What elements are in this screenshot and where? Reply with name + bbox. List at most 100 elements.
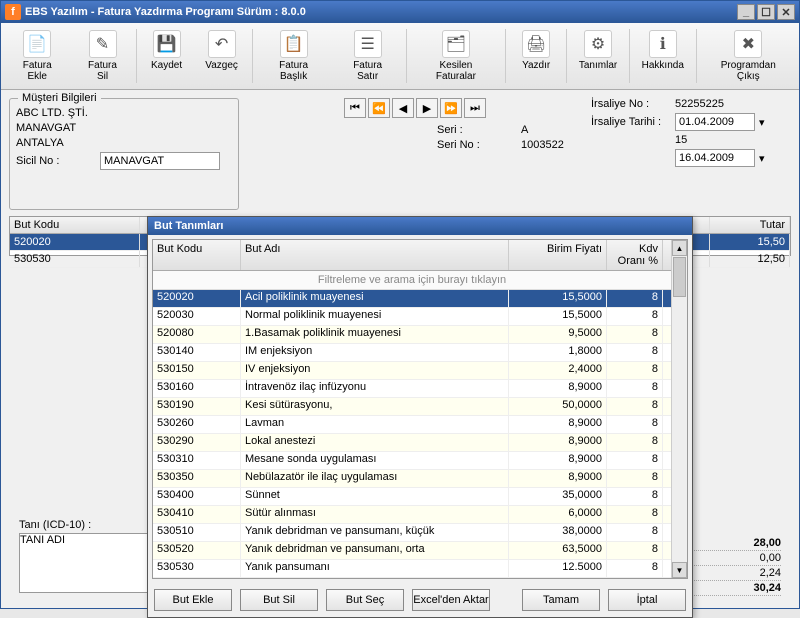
toolbar-icon: ⚙ xyxy=(584,30,612,58)
toolbar-label: Programdan Çıkış xyxy=(709,60,788,82)
toolbar-programdan-çıkış[interactable]: ✖Programdan Çıkış xyxy=(700,25,797,87)
but-row[interactable]: 530400Sünnet35,00008 xyxy=(153,488,671,506)
toolbar-label: Hakkında xyxy=(642,60,684,71)
toolbar-label: Fatura Başlık xyxy=(265,60,323,82)
but-grid[interactable]: But Kodu But Adı Birim Fiyatı Kdv Oranı … xyxy=(152,239,688,579)
col-code[interactable]: But Kodu xyxy=(153,240,241,270)
dropdown-icon[interactable]: ▾ xyxy=(759,116,765,129)
toolbar-fatura-ekle[interactable]: 📄Fatura Ekle xyxy=(3,25,71,87)
toolbar-icon: ℹ xyxy=(649,30,677,58)
but-ekle-button[interactable]: But Ekle xyxy=(154,589,232,611)
customer-group-title: Müşteri Bilgileri xyxy=(18,92,101,104)
other-date-input[interactable] xyxy=(675,149,755,167)
maximize-button[interactable]: ☐ xyxy=(757,4,775,20)
customer-group: Müşteri Bilgileri ABC LTD. ŞTİ. MANAVGAT… xyxy=(9,98,239,210)
close-button[interactable]: ✕ xyxy=(777,4,795,20)
but-row[interactable]: 530140IM enjeksiyon1,80008 xyxy=(153,344,671,362)
sicil-input[interactable] xyxy=(100,152,220,170)
toolbar-yazdır[interactable]: 🖨 Yazdır xyxy=(509,25,563,87)
toolbar-kaydet[interactable]: 💾 Kaydet xyxy=(140,25,194,87)
but-row[interactable]: 530350Nebülazatör ile ilaç uygulaması8,9… xyxy=(153,470,671,488)
irsaliye-tarihi-label: İrsaliye Tarihi : xyxy=(591,116,671,128)
col-name[interactable]: But Adı xyxy=(241,240,509,270)
but-row[interactable]: 530290Lokal anestezi8,90008 xyxy=(153,434,671,452)
content-area: Müşteri Bilgileri ABC LTD. ŞTİ. MANAVGAT… xyxy=(1,90,799,608)
but-sec-button[interactable]: But Seç xyxy=(326,589,404,611)
nav-prev[interactable]: ◀ xyxy=(392,98,414,118)
toolbar-label: Fatura Ekle xyxy=(12,60,62,82)
toolbar-icon: ↶ xyxy=(208,30,236,58)
but-row[interactable]: 520020Acil poliklinik muayenesi15,50008 xyxy=(153,290,671,308)
other-num: 15 xyxy=(675,134,687,146)
toolbar-label: Vazgeç xyxy=(205,60,238,71)
but-row[interactable]: 530530Yanık pansumanı12.50008 xyxy=(153,560,671,578)
toolbar-hakkında[interactable]: ℹ Hakkında xyxy=(633,25,693,87)
irsaliye-no-label: İrsaliye No : xyxy=(591,98,671,110)
scroll-thumb[interactable] xyxy=(673,257,686,297)
toolbar-icon: 🗂 xyxy=(442,30,470,58)
toolbar-icon: ✎ xyxy=(89,30,117,58)
toolbar-label: Fatura Sil xyxy=(81,60,123,82)
toolbar-fatura-sil[interactable]: ✎Fatura Sil xyxy=(72,25,132,87)
irsaliye-no: 52255225 xyxy=(675,98,724,110)
but-row[interactable]: 5200801.Basamak poliklinik muayenesi9,50… xyxy=(153,326,671,344)
but-row[interactable]: 530520Yanık debridman ve pansumanı, orta… xyxy=(153,542,671,560)
but-row[interactable]: 530510Yanık debridman ve pansumanı, küçü… xyxy=(153,524,671,542)
toolbar-icon: ☰ xyxy=(354,30,382,58)
dialog-buttons: But Ekle But Sil But Seç Excel'den Aktar… xyxy=(148,583,692,617)
nav-prev-page[interactable]: ⏪ xyxy=(368,98,390,118)
serino-label: Seri No : xyxy=(437,139,517,151)
serino-value: 1003522 xyxy=(521,139,581,151)
but-row[interactable]: 520030Normal poliklinik muayenesi15,5000… xyxy=(153,308,671,326)
col-but-kodu[interactable]: But Kodu xyxy=(10,217,140,233)
toolbar-fatura-başlık[interactable]: 📋Fatura Başlık xyxy=(256,25,332,87)
nav-last[interactable]: ⏭ xyxy=(464,98,486,118)
but-tanimlari-dialog: But Tanımları But Kodu But Adı Birim Fiy… xyxy=(147,216,693,618)
but-row[interactable]: 530160İntravenöz ilaç infüzyonu8,90008 xyxy=(153,380,671,398)
irsaliye-tarihi-input[interactable] xyxy=(675,113,755,131)
record-navigator: ⏮ ⏪ ◀ ▶ ⏩ ⏭ xyxy=(344,98,486,118)
toolbar-kesilen-faturalar[interactable]: 🗂Kesilen Faturalar xyxy=(410,25,503,87)
toolbar-vazgeç[interactable]: ↶ Vazgeç xyxy=(195,25,249,87)
col-kdv[interactable]: Kdv Oranı % xyxy=(607,240,663,270)
nav-next-page[interactable]: ⏩ xyxy=(440,98,462,118)
but-row[interactable]: 530410Sütür alınması6,00008 xyxy=(153,506,671,524)
toolbar-icon: 📄 xyxy=(23,30,51,58)
toolbar-label: Kaydet xyxy=(151,60,182,71)
filter-row[interactable]: Filtreleme ve arama için burayı tıklayın xyxy=(153,271,671,290)
but-row[interactable]: 530190Kesi sütürasyonu,50,00008 xyxy=(153,398,671,416)
but-sil-button[interactable]: But Sil xyxy=(240,589,318,611)
vertical-scrollbar[interactable]: ▲ ▼ xyxy=(671,240,687,578)
toolbar-label: Yazdır xyxy=(522,60,550,71)
scroll-down-icon[interactable]: ▼ xyxy=(672,562,687,578)
seri-label: Seri : xyxy=(437,124,517,136)
minimize-button[interactable]: _ xyxy=(737,4,755,20)
toolbar-icon: 📋 xyxy=(280,30,308,58)
but-row[interactable]: 530150IV enjeksiyon2,40008 xyxy=(153,362,671,380)
seri-value: A xyxy=(521,124,581,136)
customer-name: ABC LTD. ŞTİ. xyxy=(16,107,88,119)
excel-aktar-button[interactable]: Excel'den Aktar xyxy=(412,589,490,611)
tamam-button[interactable]: Tamam xyxy=(522,589,600,611)
toolbar-tanımlar[interactable]: ⚙ Tanımlar xyxy=(570,25,626,87)
nav-next[interactable]: ▶ xyxy=(416,98,438,118)
but-row[interactable]: 530260Lavman8,90008 xyxy=(153,416,671,434)
toolbar-label: Fatura Satır xyxy=(342,60,394,82)
toolbar-fatura-satır[interactable]: ☰Fatura Satır xyxy=(333,25,403,87)
customer-district: ANTALYA xyxy=(16,137,64,149)
scroll-up-icon[interactable]: ▲ xyxy=(672,240,687,256)
sicil-label: Sicil No : xyxy=(16,155,96,167)
toolbar-icon: ✖ xyxy=(734,30,762,58)
main-window: f EBS Yazılım - Fatura Yazdırma Programı… xyxy=(0,0,800,609)
nav-first[interactable]: ⏮ xyxy=(344,98,366,118)
col-tutar[interactable]: Tutar xyxy=(710,217,790,233)
toolbar-label: Tanımlar xyxy=(579,60,617,71)
customer-city: MANAVGAT xyxy=(16,122,76,134)
but-row[interactable]: 530310Mesane sonda uygulaması8,90008 xyxy=(153,452,671,470)
main-toolbar: 📄Fatura Ekle✎Fatura Sil💾Kaydet↶Vazgeç📋Fa… xyxy=(1,23,799,90)
iptal-button[interactable]: İptal xyxy=(608,589,686,611)
toolbar-icon: 🖨 xyxy=(522,30,550,58)
col-price[interactable]: Birim Fiyatı xyxy=(509,240,607,270)
dropdown-icon[interactable]: ▾ xyxy=(759,152,765,165)
toolbar-icon: 💾 xyxy=(153,30,181,58)
